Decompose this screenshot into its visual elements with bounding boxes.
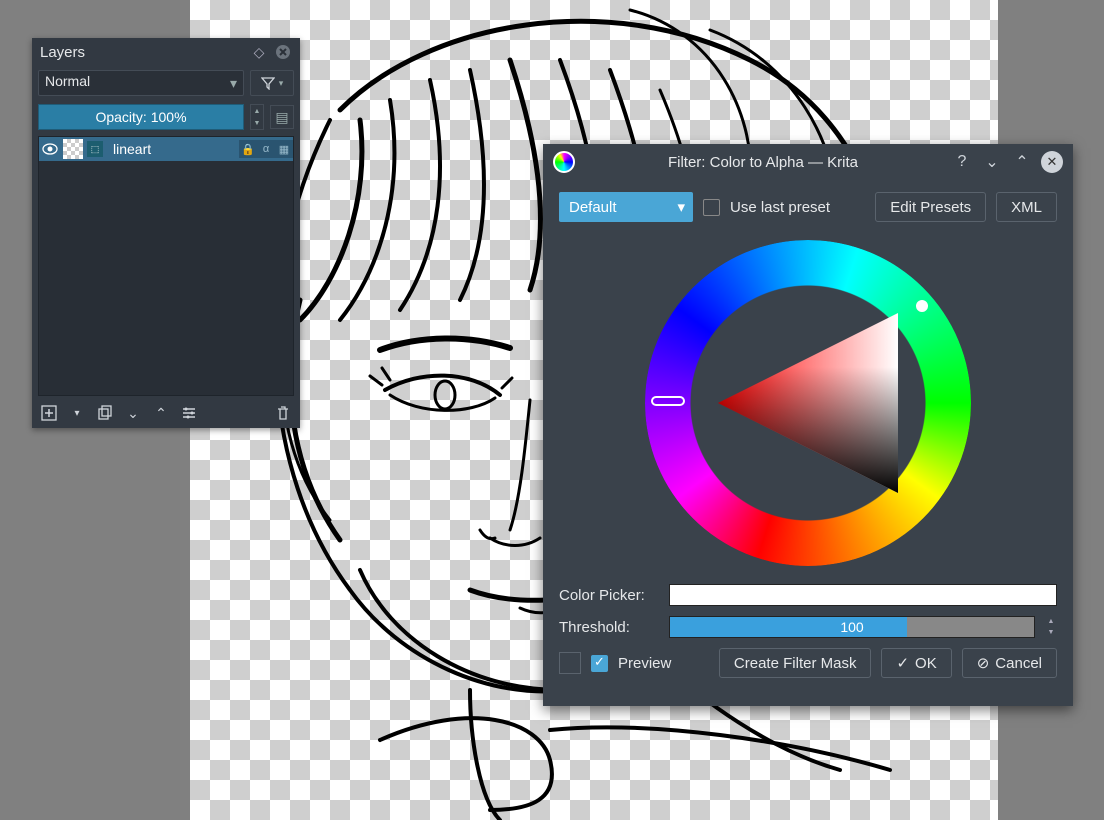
color-wheel[interactable] (645, 240, 971, 566)
layer-filter-button[interactable]: ▾ (250, 70, 294, 96)
sv-handle[interactable] (916, 300, 928, 312)
layer-type-icon: ⬚ (87, 141, 103, 157)
move-down-button[interactable]: ⌄ (124, 404, 142, 422)
krita-logo-icon (553, 151, 575, 173)
preview-checkbox[interactable] (591, 655, 608, 672)
layer-item-lineart[interactable]: ⬚ lineart 🔒 α ▦ (39, 137, 293, 161)
layer-thumbnail (63, 139, 83, 159)
collapse-button[interactable]: ⌄ (981, 151, 1003, 173)
layer-lock-icons[interactable]: 🔒 α ▦ (239, 140, 293, 158)
layers-title-bar[interactable]: Layers ◇ (32, 38, 300, 66)
add-layer-button[interactable] (40, 404, 58, 422)
use-last-preset-label: Use last preset (730, 199, 830, 216)
hue-handle[interactable] (651, 396, 685, 406)
move-up-button[interactable]: ⌃ (152, 404, 170, 422)
xml-button[interactable]: XML (996, 192, 1057, 222)
add-layer-menu[interactable]: ▾ (68, 404, 86, 422)
color-picker-swatch[interactable] (669, 584, 1057, 606)
float-icon[interactable]: ◇ (250, 43, 268, 61)
inherit-alpha-icon[interactable]: ▦ (275, 140, 293, 158)
alpha-lock-icon[interactable]: α (257, 140, 275, 158)
edit-presets-button[interactable]: Edit Presets (875, 192, 986, 222)
threshold-label: Threshold: (559, 619, 659, 636)
preset-select[interactable]: Default (559, 192, 693, 222)
threshold-stepper[interactable]: ▲▼ (1045, 616, 1057, 638)
color-picker-label: Color Picker: (559, 587, 659, 604)
layer-name[interactable]: lineart (105, 141, 239, 157)
opacity-value: Opacity: 100% (95, 109, 186, 125)
use-last-preset-checkbox[interactable] (703, 199, 720, 216)
layers-title: Layers (40, 44, 244, 61)
opacity-menu-button[interactable]: ▤ (270, 105, 294, 129)
preview-label: Preview (618, 655, 671, 672)
cancel-button[interactable]: ⊘Cancel (962, 648, 1057, 678)
lock-icon[interactable]: 🔒 (239, 140, 257, 158)
delete-layer-button[interactable] (274, 404, 292, 422)
expand-button[interactable]: ⌃ (1011, 151, 1033, 173)
threshold-slider[interactable]: 100 (669, 616, 1035, 638)
dialog-title: Filter: Color to Alpha — Krita (583, 154, 943, 171)
preset-value: Default (569, 199, 617, 216)
threshold-value: 100 (670, 619, 1034, 635)
close-button[interactable]: ✕ (1041, 151, 1063, 173)
dialog-title-bar[interactable]: Filter: Color to Alpha — Krita ? ⌄ ⌃ ✕ (543, 144, 1073, 180)
opacity-slider[interactable]: Opacity: 100% (38, 104, 244, 130)
layers-panel: Layers ◇ Normal ▾ Opacity: 100% ▲▼ ▤ ⬚ l… (32, 38, 300, 428)
visibility-icon[interactable] (39, 143, 61, 155)
filter-dialog: Filter: Color to Alpha — Krita ? ⌄ ⌃ ✕ D… (543, 144, 1073, 706)
blend-mode-select[interactable]: Normal (38, 70, 244, 96)
create-filter-mask-button[interactable]: Create Filter Mask (719, 648, 872, 678)
color-triangle[interactable] (708, 303, 908, 503)
preview-mode-toggle[interactable] (559, 652, 581, 674)
layer-settings-button[interactable] (180, 404, 198, 422)
close-icon[interactable] (274, 43, 292, 61)
cancel-icon: ⊘ (977, 654, 990, 672)
help-button[interactable]: ? (951, 151, 973, 173)
duplicate-layer-button[interactable] (96, 404, 114, 422)
layers-footer: ▾ ⌄ ⌃ (32, 398, 300, 428)
blend-mode-value: Normal (45, 73, 90, 89)
layer-list[interactable]: ⬚ lineart 🔒 α ▦ (38, 136, 294, 396)
check-icon: ✓ (896, 654, 909, 672)
ok-button[interactable]: ✓OK (881, 648, 951, 678)
opacity-stepper[interactable]: ▲▼ (250, 104, 264, 130)
